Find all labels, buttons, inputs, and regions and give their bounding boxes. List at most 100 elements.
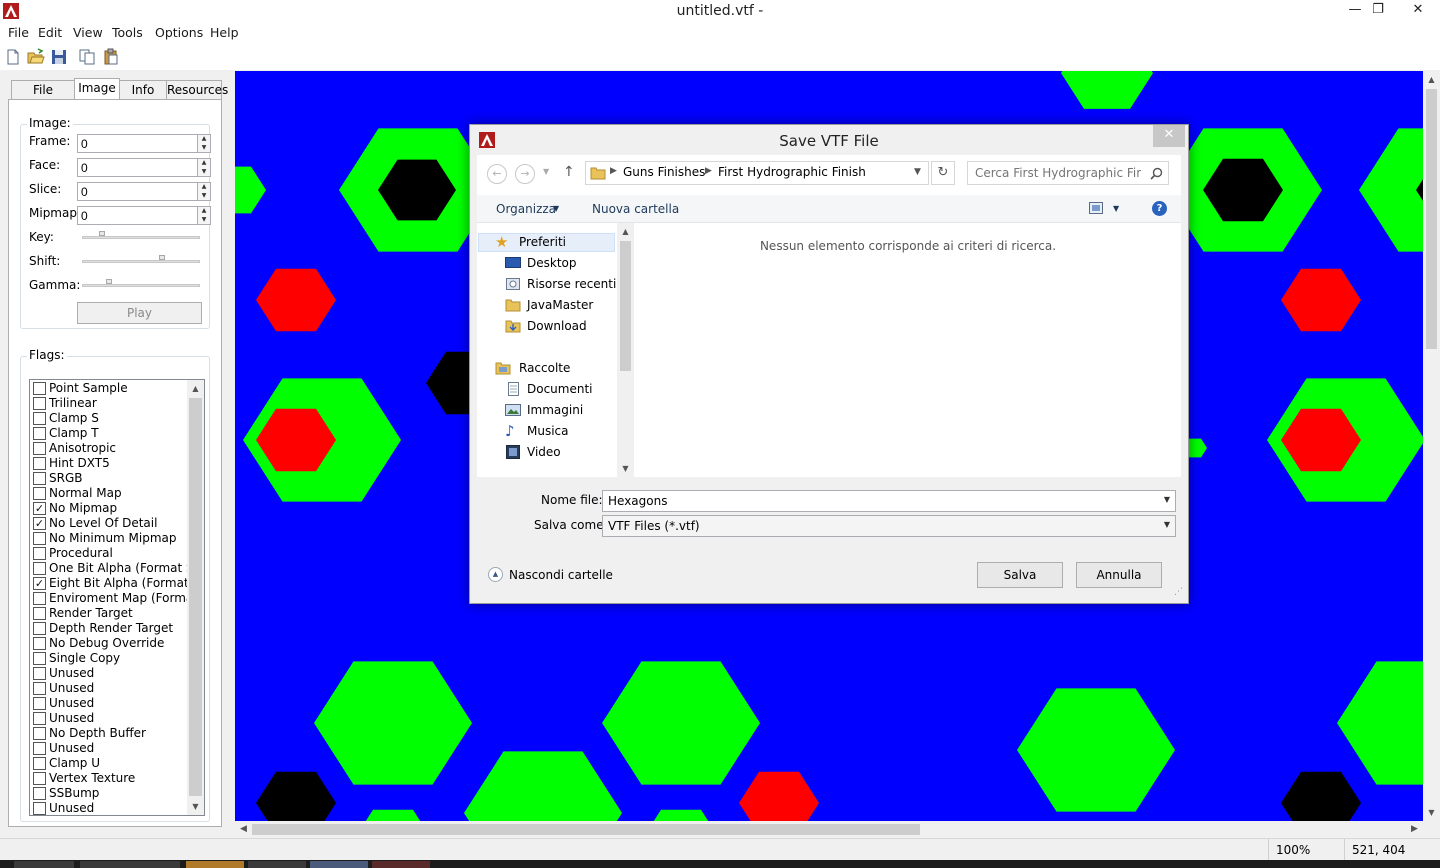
- flag-row[interactable]: Point Sample: [30, 381, 190, 396]
- checkbox-checked-icon[interactable]: ✓: [33, 502, 46, 515]
- hscroll-thumb[interactable]: [252, 824, 920, 835]
- dialog-close-button[interactable]: ✕: [1153, 125, 1185, 147]
- hscroll-left-arrow-icon[interactable]: ◀: [235, 821, 252, 838]
- paste-icon[interactable]: [102, 48, 120, 66]
- help-icon[interactable]: ?: [1152, 201, 1167, 216]
- mipmap-spinner[interactable]: ▲ ▼: [197, 206, 211, 225]
- flag-row[interactable]: SSBump: [30, 786, 190, 801]
- filename-combobox[interactable]: Hexagons ▼: [602, 490, 1176, 512]
- flag-row[interactable]: Unused: [30, 801, 190, 815]
- scroll-up-arrow-icon[interactable]: ▲: [187, 380, 204, 397]
- flag-row[interactable]: Enviroment Map (Format Sp: [30, 591, 190, 606]
- checkbox-icon[interactable]: [33, 547, 46, 560]
- key-slider-thumb[interactable]: [99, 231, 105, 236]
- checkbox-icon[interactable]: [33, 652, 46, 665]
- gamma-slider[interactable]: [82, 284, 200, 287]
- checkbox-checked-icon[interactable]: ✓: [33, 577, 46, 590]
- frame-input[interactable]: [77, 134, 198, 153]
- tab-resources[interactable]: Resources: [166, 80, 228, 100]
- checkbox-icon[interactable]: [33, 622, 46, 635]
- flag-row[interactable]: Anisotropic: [30, 441, 190, 456]
- checkbox-icon[interactable]: [33, 757, 46, 770]
- file-list[interactable]: Nessun elemento corrisponde ai criteri d…: [635, 223, 1181, 477]
- checkbox-icon[interactable]: [33, 772, 46, 785]
- taskbar-item[interactable]: [14, 861, 74, 868]
- flag-row[interactable]: Unused: [30, 711, 190, 726]
- savetype-select[interactable]: VTF Files (*.vtf) ▼: [602, 515, 1176, 537]
- flags-scrollbar[interactable]: ▲ ▼: [187, 380, 204, 815]
- save-button[interactable]: Salva: [977, 562, 1063, 588]
- flag-row[interactable]: Procedural: [30, 546, 190, 561]
- back-arrow-icon[interactable]: ←: [487, 164, 507, 184]
- search-box[interactable]: [967, 161, 1169, 185]
- taskbar-item[interactable]: [80, 861, 180, 868]
- taskbar-item[interactable]: [372, 861, 430, 868]
- flag-row[interactable]: ✓Eight Bit Alpha (Format Spe: [30, 576, 190, 591]
- checkbox-icon[interactable]: [33, 727, 46, 740]
- search-icon[interactable]: [1150, 167, 1163, 180]
- checkbox-icon[interactable]: [33, 697, 46, 710]
- savetype-dropdown-icon[interactable]: ▼: [1164, 520, 1170, 529]
- flag-row[interactable]: ✓ No Mipmap: [30, 501, 190, 516]
- nav-pane-scrollbar[interactable]: ▲ ▼: [617, 223, 634, 477]
- flag-row[interactable]: Unused: [30, 681, 190, 696]
- face-input[interactable]: [77, 158, 198, 177]
- view-dropdown-icon[interactable]: ▼: [1113, 204, 1119, 213]
- flags-scroll-thumb[interactable]: [189, 398, 202, 796]
- flag-row[interactable]: One Bit Alpha (Format Spec: [30, 561, 190, 576]
- gamma-slider-thumb[interactable]: [106, 279, 112, 284]
- taskbar-item[interactable]: [310, 861, 368, 868]
- tab-image[interactable]: Image: [74, 78, 120, 100]
- canvas-horizontal-scrollbar[interactable]: ◀ ▶: [235, 821, 1423, 838]
- flag-row[interactable]: ✓ No Level Of Detail: [30, 516, 190, 531]
- hide-folders-button[interactable]: Nascondi cartelle: [509, 568, 613, 582]
- forward-arrow-icon[interactable]: →: [515, 164, 535, 184]
- checkbox-icon[interactable]: [33, 412, 46, 425]
- slice-input[interactable]: [77, 182, 198, 201]
- checkbox-icon[interactable]: [33, 607, 46, 620]
- flag-row[interactable]: Clamp U: [30, 756, 190, 771]
- flag-row[interactable]: No Debug Override: [30, 636, 190, 651]
- menu-view[interactable]: View: [73, 25, 103, 40]
- up-arrow-icon[interactable]: ↑: [563, 164, 575, 180]
- hscroll-right-arrow-icon[interactable]: ▶: [1406, 821, 1423, 838]
- copy-icon[interactable]: [78, 48, 96, 66]
- checkbox-checked-icon[interactable]: ✓: [33, 517, 46, 530]
- checkbox-icon[interactable]: [33, 472, 46, 485]
- frame-spinner[interactable]: ▲ ▼: [197, 134, 211, 153]
- new-folder-button[interactable]: Nuova cartella: [592, 202, 679, 216]
- filename-value[interactable]: Hexagons: [608, 494, 667, 508]
- breadcrumb-guns-finishes[interactable]: Guns Finishes: [623, 165, 705, 179]
- checkbox-icon[interactable]: [33, 397, 46, 410]
- canvas-vertical-scrollbar[interactable]: ▲ ▼: [1423, 71, 1440, 821]
- flag-row[interactable]: Render Target: [30, 606, 190, 621]
- save-icon[interactable]: [50, 48, 68, 66]
- checkbox-icon[interactable]: [33, 487, 46, 500]
- flag-row[interactable]: Clamp T: [30, 426, 190, 441]
- flag-row[interactable]: No Depth Buffer: [30, 726, 190, 741]
- shift-slider-thumb[interactable]: [159, 255, 165, 260]
- vscroll-thumb[interactable]: [1426, 89, 1437, 349]
- flags-list[interactable]: Point Sample Trilinear Clamp S Clamp T Aniso…: [29, 379, 205, 816]
- checkbox-icon[interactable]: [33, 562, 46, 575]
- checkbox-icon[interactable]: [33, 682, 46, 695]
- new-file-icon[interactable]: [4, 48, 22, 66]
- flag-row[interactable]: Depth Render Target: [30, 621, 190, 636]
- taskbar-item[interactable]: [248, 861, 306, 868]
- flag-row[interactable]: Normal Map: [30, 486, 190, 501]
- scroll-down-arrow-icon[interactable]: ▼: [187, 798, 204, 815]
- checkbox-icon[interactable]: [33, 712, 46, 725]
- maximize-button[interactable]: ❐: [1361, 0, 1395, 22]
- menu-options[interactable]: Options: [155, 25, 203, 40]
- menu-file[interactable]: File: [8, 25, 29, 40]
- search-input[interactable]: [968, 162, 1148, 184]
- play-button[interactable]: Play: [77, 302, 202, 324]
- chevron-up-icon[interactable]: ▲: [488, 567, 503, 582]
- view-options-icon[interactable]: [1089, 202, 1103, 214]
- tab-info[interactable]: Info: [119, 80, 167, 100]
- checkbox-icon[interactable]: [33, 442, 46, 455]
- flag-row[interactable]: Clamp S: [30, 411, 190, 426]
- resize-grip-icon[interactable]: ⋰: [1174, 587, 1183, 597]
- checkbox-icon[interactable]: [33, 532, 46, 545]
- vscroll-up-arrow-icon[interactable]: ▲: [1423, 71, 1440, 88]
